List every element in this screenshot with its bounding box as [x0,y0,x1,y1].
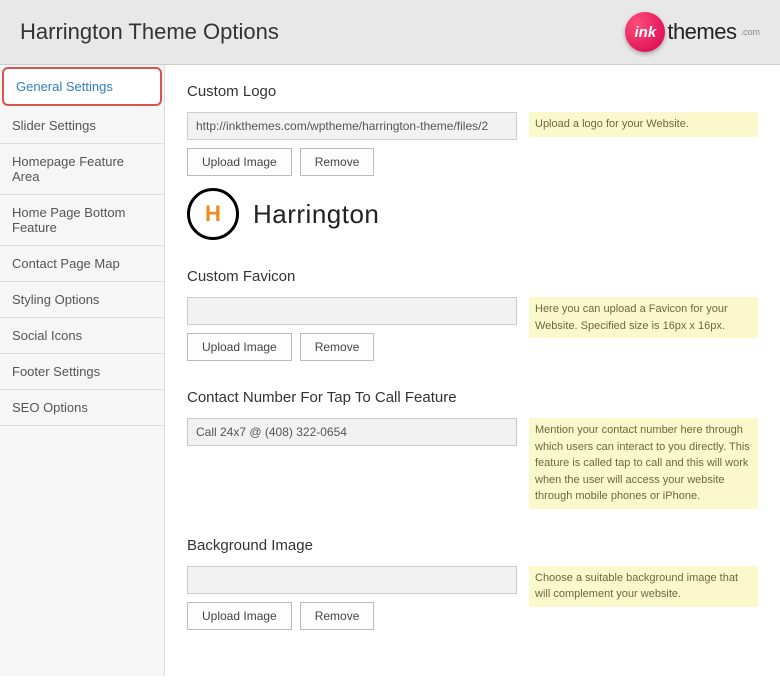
sidebar-item-slider-settings[interactable]: Slider Settings [0,108,164,144]
section-title: Background Image [187,537,758,554]
sidebar-item-label: SEO Options [12,400,88,415]
sidebar-item-label: Contact Page Map [12,256,120,271]
sidebar-item-contact-page-map[interactable]: Contact Page Map [0,246,164,282]
section-custom-logo: Custom Logo Upload Image Remove H Harrin… [187,83,758,240]
sidebar-item-homepage-feature-area[interactable]: Homepage Feature Area [0,144,164,195]
sidebar-item-seo-options[interactable]: SEO Options [0,390,164,426]
sidebar-item-label: General Settings [16,79,113,94]
help-text: Choose a suitable background image that … [529,566,758,607]
section-contact-number: Contact Number For Tap To Call Feature M… [187,389,758,509]
sidebar-item-label: Home Page Bottom Feature [12,205,125,235]
main-content: Custom Logo Upload Image Remove H Harrin… [165,65,780,676]
upload-image-button[interactable]: Upload Image [187,602,292,630]
section-title: Custom Logo [187,83,758,100]
header: Harrington Theme Options ink themes .com [0,0,780,65]
sidebar-item-label: Slider Settings [12,118,96,133]
logo-preview-name: Harrington [253,199,379,230]
custom-favicon-input[interactable] [187,297,517,325]
sidebar-item-social-icons[interactable]: Social Icons [0,318,164,354]
upload-image-button[interactable]: Upload Image [187,148,292,176]
remove-button[interactable]: Remove [300,148,375,176]
help-text: Here you can upload a Favicon for your W… [529,297,758,338]
section-title: Contact Number For Tap To Call Feature [187,389,758,406]
brand-ball-icon: ink [625,12,665,52]
section-title: Custom Favicon [187,268,758,285]
help-text: Upload a logo for your Website. [529,112,758,137]
sidebar-item-label: Styling Options [12,292,99,307]
custom-logo-input[interactable] [187,112,517,140]
help-text: Mention your contact number here through… [529,418,758,509]
section-custom-favicon: Custom Favicon Upload Image Remove Here … [187,268,758,361]
logo-preview: H Harrington [187,188,517,240]
remove-button[interactable]: Remove [300,333,375,361]
page-title: Harrington Theme Options [20,19,279,45]
brand-sub: .com [740,27,760,37]
section-background-image: Background Image Upload Image Remove Cho… [187,537,758,630]
brand-text: themes [667,19,736,45]
background-image-input[interactable] [187,566,517,594]
logo-preview-icon: H [187,188,239,240]
sidebar-item-footer-settings[interactable]: Footer Settings [0,354,164,390]
sidebar-item-label: Footer Settings [12,364,100,379]
sidebar-item-label: Homepage Feature Area [12,154,124,184]
remove-button[interactable]: Remove [300,602,375,630]
sidebar-item-styling-options[interactable]: Styling Options [0,282,164,318]
sidebar: General Settings Slider Settings Homepag… [0,65,165,676]
upload-image-button[interactable]: Upload Image [187,333,292,361]
sidebar-item-label: Social Icons [12,328,82,343]
sidebar-item-home-page-bottom-feature[interactable]: Home Page Bottom Feature [0,195,164,246]
sidebar-item-general-settings[interactable]: General Settings [2,67,162,106]
contact-number-input[interactable] [187,418,517,446]
brand-logo: ink themes .com [625,12,760,52]
